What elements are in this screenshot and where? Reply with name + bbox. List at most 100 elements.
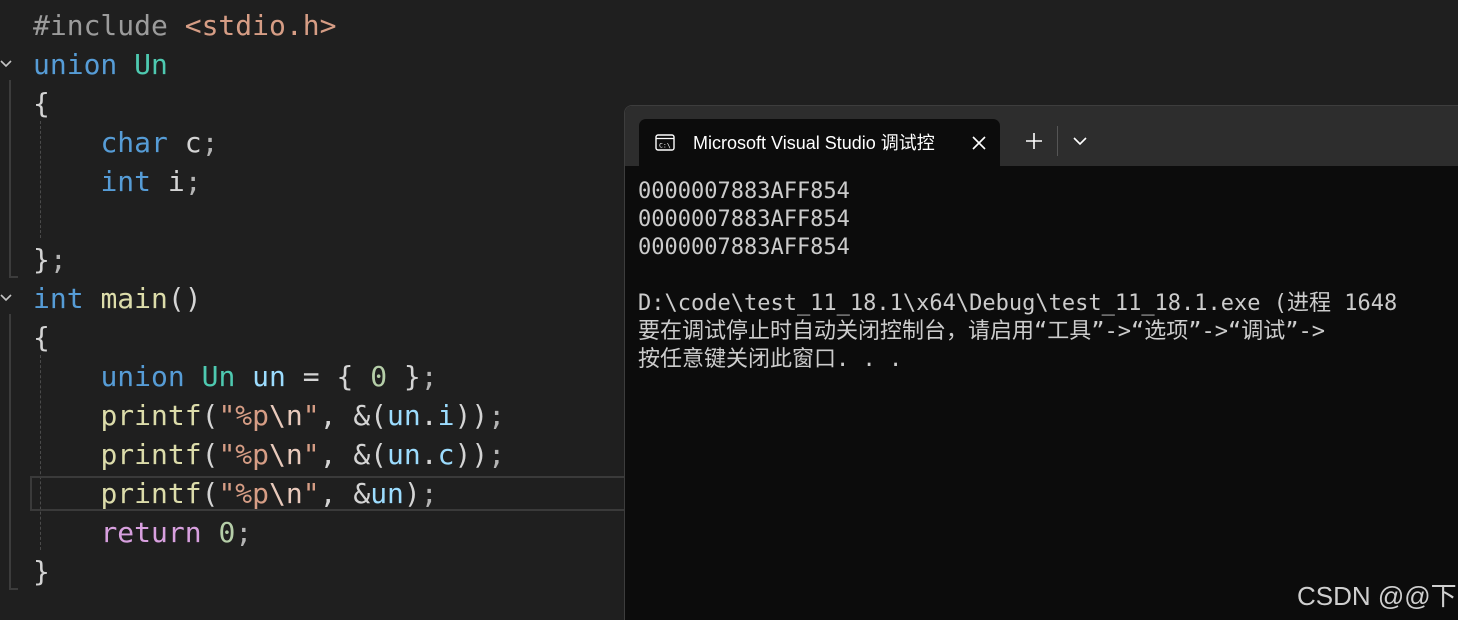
- code-token: (: [201, 438, 219, 471]
- code-token: \n: [269, 399, 303, 432]
- code-token: int: [100, 165, 152, 198]
- code-line[interactable]: union Un: [33, 45, 168, 84]
- close-icon[interactable]: [970, 134, 988, 152]
- code-token: .: [420, 399, 438, 432]
- watermark: CSDN @@下: [1297, 581, 1457, 611]
- output-line: 按任意键关闭此窗口. . .: [638, 347, 903, 372]
- code-token: \n: [269, 477, 303, 510]
- svg-text:C:\: C:\: [659, 142, 671, 150]
- code-line[interactable]: };: [33, 240, 67, 279]
- code-token: , &(: [319, 438, 388, 471]
- code-token: "%p: [218, 438, 270, 471]
- code-token: union: [33, 48, 118, 81]
- code-token: <stdio.h>: [184, 9, 337, 42]
- code-token: }: [387, 360, 421, 393]
- code-token: c: [167, 126, 202, 159]
- code-token: ;: [488, 438, 506, 471]
- code-token: union: [100, 360, 185, 393]
- code-token: Un: [201, 360, 236, 393]
- code-token: )): [454, 399, 489, 432]
- code-token: {: [33, 321, 50, 354]
- code-line[interactable]: union Un un = { 0 };: [33, 357, 437, 396]
- code-token: 0: [218, 516, 236, 549]
- code-token: printf: [100, 399, 202, 432]
- output-line: 0000007883AFF854: [638, 179, 850, 204]
- code-line[interactable]: printf("%p\n", &un);: [33, 474, 438, 513]
- code-line[interactable]: #include <stdio.h>: [33, 6, 336, 45]
- tab-separator: [1057, 126, 1058, 156]
- code-token: un: [387, 399, 421, 432]
- fold-scope-union-end: [9, 276, 18, 278]
- code-token: int: [33, 282, 84, 315]
- code-token: ;: [420, 477, 438, 510]
- code-line[interactable]: int i;: [33, 162, 202, 201]
- code-token: un: [252, 360, 286, 393]
- code-token: }: [33, 555, 50, 588]
- code-line[interactable]: return 0;: [33, 513, 252, 552]
- plus-icon[interactable]: [1025, 132, 1043, 150]
- console-icon: C:\: [655, 134, 675, 151]
- code-line[interactable]: {: [33, 84, 50, 123]
- code-token: "%p: [218, 477, 270, 510]
- tab-bar: C:\ Microsoft Visual Studio 调试控: [625, 106, 1458, 167]
- code-token: }: [33, 243, 50, 276]
- code-token: (: [201, 399, 219, 432]
- code-token: main: [100, 282, 168, 315]
- chevron-down-icon[interactable]: [1072, 135, 1088, 147]
- code-token: .: [420, 438, 438, 471]
- fold-scope-union: [9, 80, 11, 278]
- code-token: ;: [235, 516, 253, 549]
- code-line[interactable]: char c;: [33, 123, 218, 162]
- code-line[interactable]: }: [33, 552, 50, 591]
- tab-title: Microsoft Visual Studio 调试控: [693, 133, 935, 153]
- tab-debug-console[interactable]: C:\ Microsoft Visual Studio 调试控: [639, 119, 1000, 167]
- output-line: 要在调试停止时自动关闭控制台，请启用“工具”->“选项”->“调试”->: [638, 319, 1325, 344]
- fold-chevron-icon[interactable]: [0, 279, 14, 318]
- output-line: 0000007883AFF854: [638, 235, 850, 260]
- code-token: Un: [134, 48, 168, 81]
- code-token: ;: [184, 165, 202, 198]
- screenshot-root: #include <stdio.h> union Un{ char c; int …: [0, 0, 1458, 620]
- code-token: {: [33, 87, 50, 120]
- code-token: ": [302, 477, 320, 510]
- code-line[interactable]: {: [33, 318, 50, 357]
- console-window[interactable]: C:\ Microsoft Visual Studio 调试控 00000078…: [624, 105, 1458, 620]
- code-line[interactable]: int main(): [33, 279, 202, 318]
- code-token: #include: [33, 9, 185, 42]
- output-line: 0000007883AFF854: [638, 207, 850, 232]
- code-token: i: [151, 165, 185, 198]
- code-token: ;: [488, 399, 506, 432]
- console-output[interactable]: 0000007883AFF854 0000007883AFF854 000000…: [638, 178, 1458, 374]
- code-token: ): [403, 477, 421, 510]
- code-token: \n: [269, 438, 303, 471]
- code-token: c: [437, 438, 455, 471]
- code-token: , &(: [319, 399, 388, 432]
- code-token: printf: [100, 438, 202, 471]
- code-token: "%p: [218, 399, 270, 432]
- code-line[interactable]: printf("%p\n", &(un.c));: [33, 435, 505, 474]
- fold-scope-main-end: [9, 588, 18, 590]
- output-line: D:\code\test_11_18.1\x64\Debug\test_11_1…: [638, 291, 1398, 316]
- code-token: ": [302, 438, 320, 471]
- code-token: un: [387, 438, 421, 471]
- code-token: (): [167, 282, 202, 315]
- code-token: (: [201, 477, 219, 510]
- code-token: ": [302, 399, 320, 432]
- code-token: = {: [285, 360, 371, 393]
- code-line[interactable]: printf("%p\n", &(un.i));: [33, 396, 505, 435]
- code-token: return: [100, 516, 202, 549]
- fold-chevron-icon[interactable]: [0, 45, 14, 84]
- fold-scope-main: [9, 314, 11, 590]
- code-token: ;: [49, 243, 67, 276]
